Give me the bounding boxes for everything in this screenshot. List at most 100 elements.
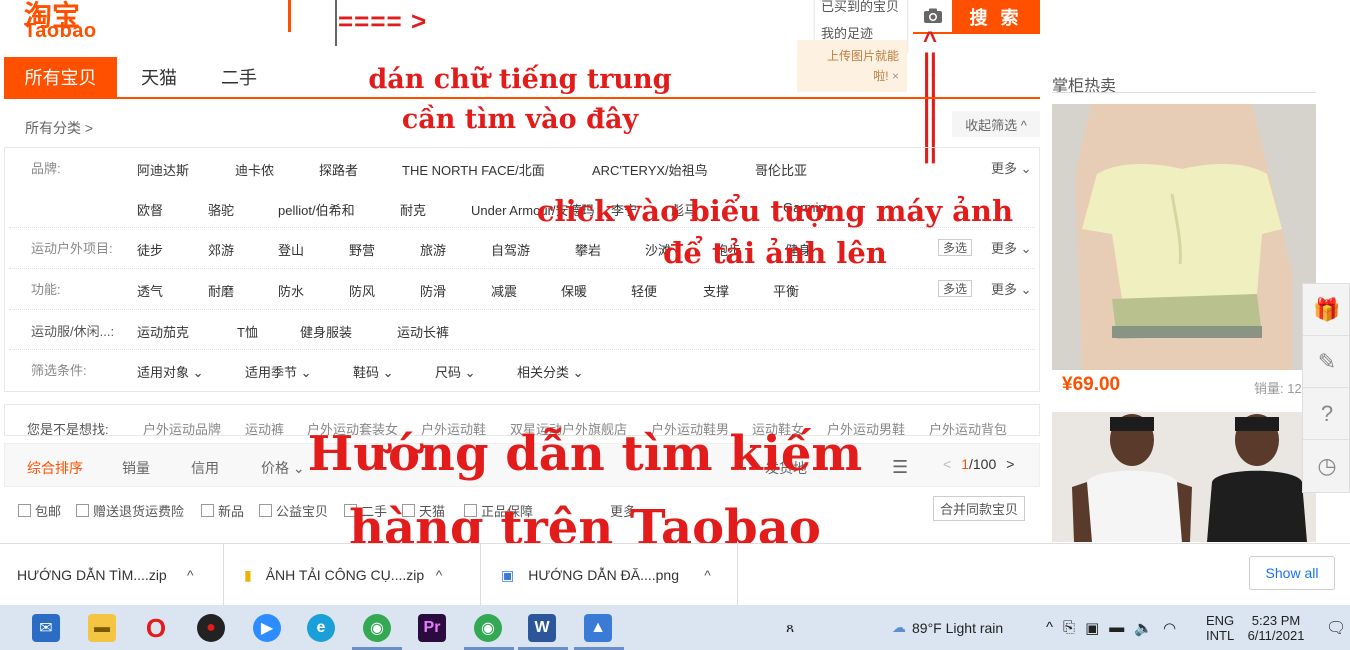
tab-secondhand[interactable]: 二手 bbox=[204, 57, 274, 97]
function-item[interactable]: 防滑 bbox=[420, 281, 446, 300]
edge-icon[interactable]: e bbox=[307, 614, 335, 642]
brand-item[interactable]: 欧督 bbox=[137, 200, 163, 219]
mail-icon[interactable]: ✉ bbox=[32, 614, 60, 642]
related-item[interactable]: 户外运动背包 bbox=[929, 419, 1007, 435]
function-item[interactable]: 减震 bbox=[491, 281, 517, 300]
function-item[interactable]: 保暖 bbox=[561, 281, 587, 300]
taobao-logo-en[interactable]: Taobao bbox=[24, 20, 97, 43]
brand-item[interactable]: 阿迪达斯 bbox=[137, 160, 189, 179]
rain-icon: ☁ bbox=[892, 619, 906, 635]
filter-label: 运动户外项目: bbox=[31, 241, 113, 256]
clothing-item[interactable]: 健身服装 bbox=[300, 322, 352, 341]
all-categories-link[interactable]: 所有分类 > bbox=[25, 118, 93, 138]
chevron-up-icon[interactable]: ^ bbox=[436, 567, 443, 583]
edit-icon[interactable]: ✎ bbox=[1303, 336, 1350, 388]
sport-item[interactable]: 野营 bbox=[349, 240, 375, 259]
record-icon[interactable]: ● bbox=[197, 614, 225, 642]
more-button[interactable]: 更多 ⌄ bbox=[991, 158, 1032, 177]
function-item[interactable]: 耐磨 bbox=[208, 281, 234, 300]
download-item[interactable]: HƯỚNG DẪN TÌM....zip ^ bbox=[0, 544, 224, 606]
function-item[interactable]: 支撑 bbox=[703, 281, 729, 300]
file-explorer-icon[interactable]: ▬ bbox=[88, 614, 116, 642]
product-sales: 销量: 12 bbox=[1254, 381, 1302, 396]
chevron-up-icon[interactable]: ^ bbox=[1046, 619, 1053, 636]
volume-icon[interactable]: 🔈 bbox=[1134, 619, 1153, 637]
collapse-filters-button[interactable]: 收起筛选 ^ bbox=[952, 111, 1040, 137]
download-item[interactable]: ▣ HƯỚNG DẪN ĐĂ....png ^ bbox=[481, 544, 738, 606]
sport-item[interactable]: 郊游 bbox=[208, 240, 234, 259]
gift-icon[interactable]: 🎁 bbox=[1303, 284, 1350, 336]
condition-dropdown[interactable]: 鞋码 ⌄ bbox=[353, 362, 394, 381]
condition-dropdown[interactable]: 尺码 ⌄ bbox=[435, 362, 476, 381]
brand-item[interactable]: 迪卡侬 bbox=[235, 160, 274, 179]
clock[interactable]: 5:23 PM 6/11/2021 bbox=[1246, 605, 1306, 650]
function-item[interactable]: 平衡 bbox=[773, 281, 799, 300]
function-item[interactable]: 防风 bbox=[349, 281, 375, 300]
next-page-icon[interactable]: > bbox=[1006, 456, 1014, 472]
battery-icon[interactable]: ▬ bbox=[1109, 619, 1124, 636]
brand-item[interactable]: 骆驼 bbox=[208, 200, 234, 219]
search-input-caret[interactable] bbox=[335, 0, 337, 46]
premiere-icon[interactable]: Pr bbox=[418, 614, 446, 642]
brand-item[interactable]: THE NORTH FACE/北面 bbox=[402, 160, 545, 179]
screen-icon[interactable]: ▣ bbox=[1085, 619, 1099, 637]
tab-tmall[interactable]: 天猫 bbox=[124, 57, 194, 97]
sport-item[interactable]: 旅游 bbox=[420, 240, 446, 259]
brand-item[interactable]: 探路者 bbox=[319, 160, 358, 179]
search-button[interactable]: 搜 索 bbox=[952, 0, 1040, 34]
chevron-up-icon[interactable]: ^ bbox=[187, 567, 194, 583]
zoom-icon[interactable]: ▶ bbox=[253, 614, 281, 642]
more-button[interactable]: 更多 ⌄ bbox=[991, 279, 1032, 298]
checkbox-new[interactable]: 新品 bbox=[201, 501, 244, 520]
brand-item[interactable]: ARC'TERYX/始祖鸟 bbox=[592, 160, 708, 179]
clothing-item[interactable]: 运动长裤 bbox=[397, 322, 449, 341]
prev-page-icon[interactable]: < bbox=[943, 456, 951, 472]
condition-dropdown[interactable]: 适用对象 ⌄ bbox=[137, 362, 204, 381]
brand-item[interactable]: 哥伦比亚 bbox=[755, 160, 807, 179]
language-indicator[interactable]: ENG INTL bbox=[1206, 605, 1234, 650]
sport-item[interactable]: 登山 bbox=[278, 240, 304, 259]
product-image[interactable] bbox=[1052, 412, 1316, 542]
sort-credit[interactable]: 信用 bbox=[191, 458, 219, 478]
chrome-icon[interactable]: ◉ bbox=[363, 614, 391, 642]
chrome-profile-icon[interactable]: ◉ bbox=[474, 614, 502, 642]
sort-comprehensive[interactable]: 综合排序 bbox=[27, 458, 83, 478]
history-icon[interactable]: ◷ bbox=[1303, 440, 1350, 492]
meet-icon[interactable]: ⎘ bbox=[1063, 619, 1075, 636]
merge-same-items-button[interactable]: 合并同款宝贝 bbox=[933, 496, 1025, 521]
chevron-up-icon[interactable]: ^ bbox=[704, 567, 711, 583]
tab-all[interactable]: 所有宝贝 bbox=[4, 57, 117, 97]
language-code: ENG bbox=[1206, 612, 1235, 628]
related-item[interactable]: 运动裤 bbox=[245, 419, 284, 435]
clothing-item[interactable]: 运动茄克 bbox=[137, 322, 189, 341]
function-item[interactable]: 透气 bbox=[137, 281, 163, 300]
function-item[interactable]: 轻便 bbox=[631, 281, 657, 300]
sport-item[interactable]: 徒步 bbox=[137, 240, 163, 259]
condition-dropdown[interactable]: 相关分类 ⌄ bbox=[517, 362, 584, 381]
related-item[interactable]: 户外运动品牌 bbox=[143, 419, 221, 435]
help-icon[interactable]: ? bbox=[1303, 388, 1350, 440]
opera-icon[interactable]: O bbox=[142, 613, 170, 643]
checkbox-return-insurance[interactable]: 赠送退货运费险 bbox=[76, 501, 184, 520]
weather-widget[interactable]: ☁ 89°F Light rain bbox=[892, 605, 1003, 650]
overlay-text: dán chữ tiếng trung bbox=[368, 64, 672, 95]
brand-item[interactable]: 耐克 bbox=[400, 200, 426, 219]
people-icon[interactable]: ጸ bbox=[786, 605, 794, 650]
sort-sales[interactable]: 销量 bbox=[122, 458, 150, 478]
checkbox-free-shipping[interactable]: 包邮 bbox=[18, 501, 61, 520]
list-view-icon[interactable]: ☰ bbox=[892, 457, 908, 478]
wifi-icon[interactable]: ◠ bbox=[1163, 619, 1176, 637]
photos-icon[interactable]: ▲ bbox=[584, 614, 612, 642]
brand-item[interactable]: pelliot/伯希和 bbox=[278, 200, 355, 219]
notification-icon[interactable]: 🗨 bbox=[1326, 605, 1346, 650]
multi-select-button[interactable]: 多选 bbox=[938, 280, 972, 297]
download-item[interactable]: ▮ ẢNH TẢI CÔNG CỤ....zip ^ bbox=[224, 544, 481, 606]
keyboard-layout: INTL bbox=[1206, 627, 1235, 643]
history-item[interactable]: 已买到的宝贝 bbox=[815, 0, 907, 19]
show-all-button[interactable]: Show all bbox=[1249, 556, 1335, 590]
function-item[interactable]: 防水 bbox=[278, 281, 304, 300]
condition-dropdown[interactable]: 适用季节 ⌄ bbox=[245, 362, 312, 381]
word-icon[interactable]: W bbox=[528, 614, 556, 642]
product-image[interactable] bbox=[1052, 104, 1316, 370]
clothing-item[interactable]: T恤 bbox=[237, 322, 258, 341]
